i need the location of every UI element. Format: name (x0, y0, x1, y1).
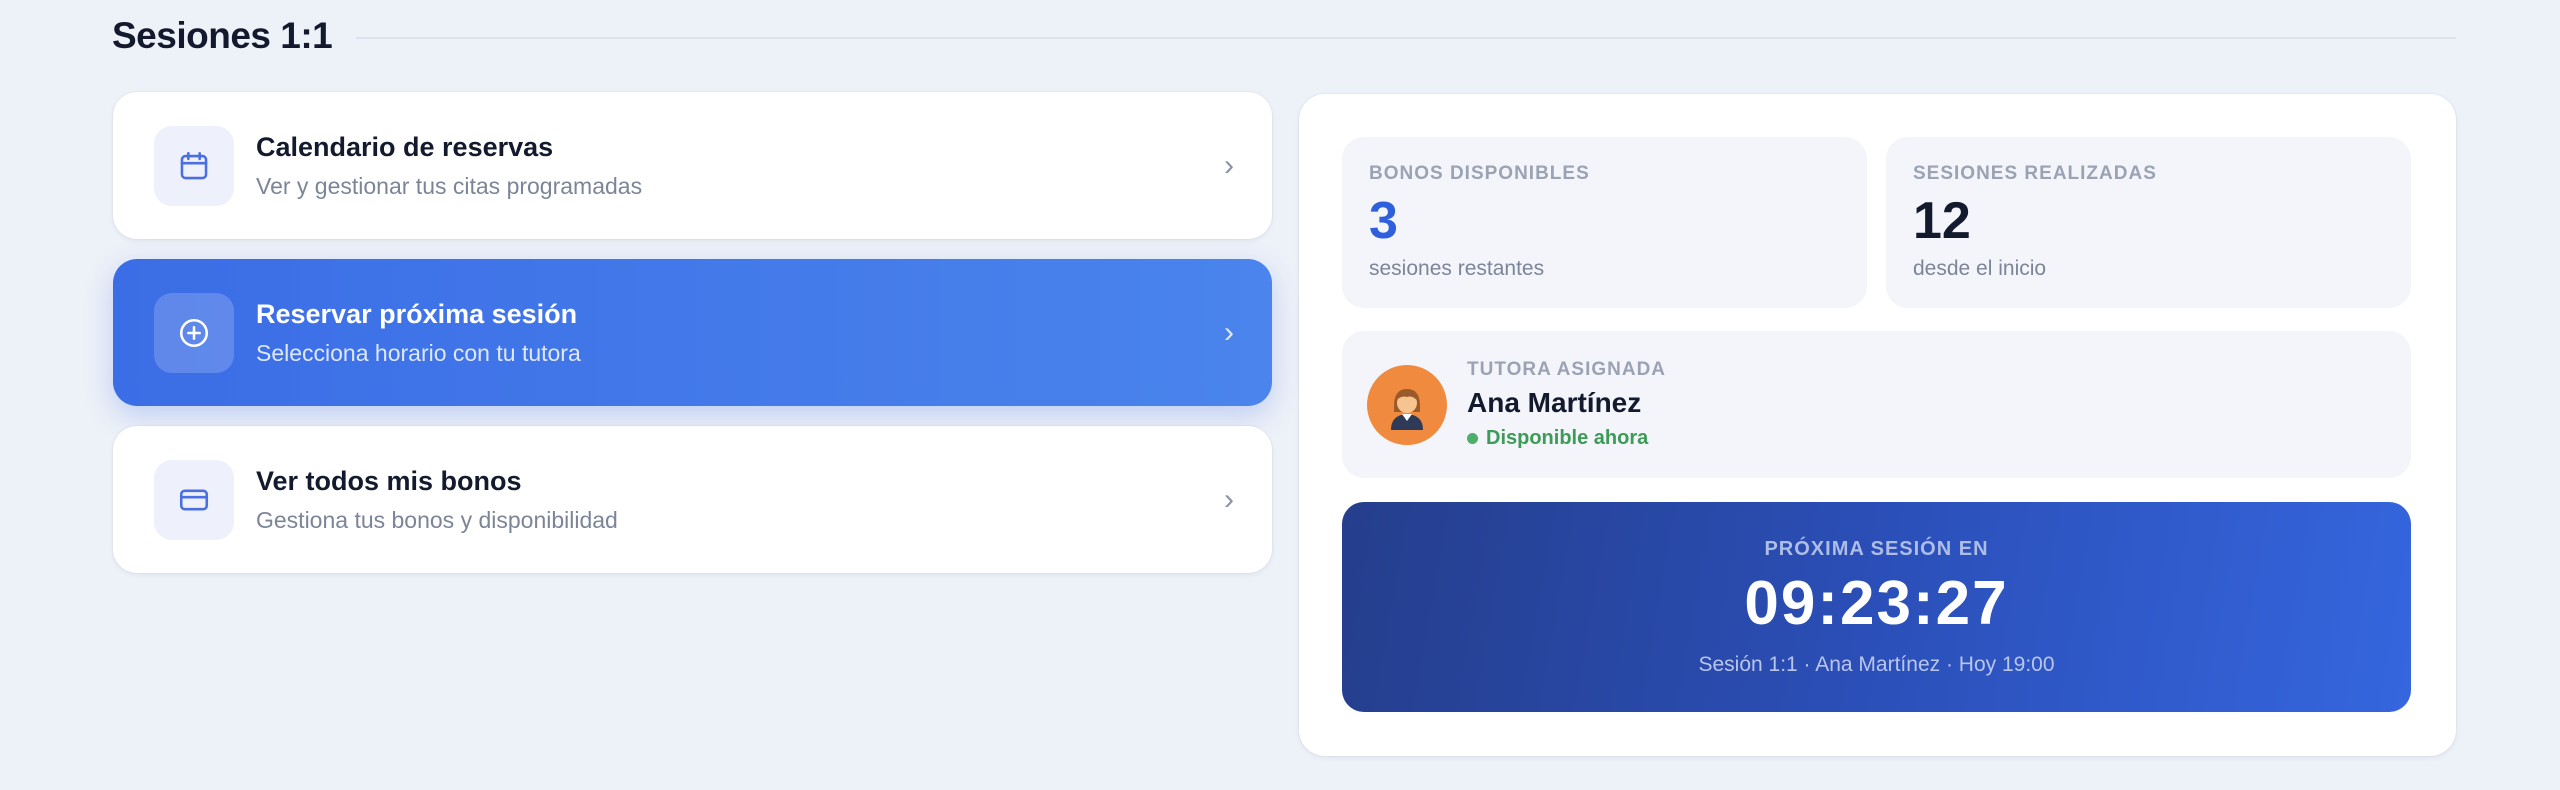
credit-card-icon (179, 489, 209, 510)
summary-panel: BONOS DISPONIBLES 3 sesiones restantes S… (1299, 94, 2456, 756)
plus-circle-icon (179, 318, 209, 347)
countdown-time: 09:23:27 (1744, 568, 2009, 638)
calendar-card-subtitle: Ver y gestionar tus citas programadas (256, 172, 643, 199)
sessions-stat-value: 12 (1913, 192, 1971, 250)
sessions-stat-sub: desde el inicio (1913, 257, 2047, 280)
calendar-card-title: Calendario de reservas (256, 131, 554, 162)
calendar-icon (180, 151, 208, 179)
avatar (1367, 364, 1447, 445)
status-dot-icon (1467, 433, 1478, 444)
plus-circle-icon-box (154, 292, 234, 373)
tutor-card: TUTORA ASIGNADA Ana Martínez Disponible … (1342, 331, 2411, 478)
actions-list: Calendario de reservas Ver y gestionar t… (113, 92, 1272, 593)
chevron-right-icon: › (1224, 315, 1234, 349)
vouchers-card-title: Ver todos mis bonos (256, 465, 522, 496)
credit-card-icon-box (154, 459, 234, 540)
tutor-avatar-icon (1391, 388, 1423, 430)
sessions-stat-label: SESIONES REALIZADAS (1913, 163, 2157, 184)
book-session-card-subtitle: Selecciona horario con tu tutora (256, 339, 581, 366)
countdown-details: Sesión 1:1 · Ana Martínez · Hoy 19:00 (1698, 652, 2055, 676)
vouchers-stat-label: BONOS DISPONIBLES (1369, 163, 1590, 184)
tutor-status: Disponible ahora (1467, 427, 1666, 450)
calendar-icon-box (154, 125, 234, 206)
countdown-label: PRÓXIMA SESIÓN EN (1764, 537, 1989, 560)
vouchers-card[interactable]: Ver todos mis bonos Gestiona tus bonos y… (113, 426, 1272, 573)
book-session-card[interactable]: Reservar próxima sesión Selecciona horar… (113, 259, 1272, 406)
section-header: Sesiones 1:1 (112, 14, 2456, 58)
tutor-name: Ana Martínez (1467, 387, 1642, 418)
sessions-stat: SESIONES REALIZADAS 12 desde el inicio (1886, 137, 2411, 308)
calendar-card[interactable]: Calendario de reservas Ver y gestionar t… (113, 92, 1272, 239)
section-divider (356, 37, 2456, 39)
next-session-countdown: PRÓXIMA SESIÓN EN 09:23:27 Sesión 1:1 · … (1342, 502, 2411, 712)
chevron-right-icon: › (1224, 482, 1234, 516)
vouchers-card-subtitle: Gestiona tus bonos y disponibilidad (256, 506, 618, 533)
tutor-label: TUTORA ASIGNADA (1467, 359, 1667, 380)
section-title: Sesiones 1:1 (112, 15, 333, 56)
vouchers-stat: BONOS DISPONIBLES 3 sesiones restantes (1342, 137, 1867, 308)
vouchers-stat-sub: sesiones restantes (1369, 257, 1545, 280)
vouchers-stat-value: 3 (1369, 192, 1398, 250)
tutor-status-text: Disponible ahora (1486, 427, 1649, 449)
chevron-right-icon: › (1224, 148, 1234, 182)
book-session-card-title: Reservar próxima sesión (256, 298, 578, 329)
